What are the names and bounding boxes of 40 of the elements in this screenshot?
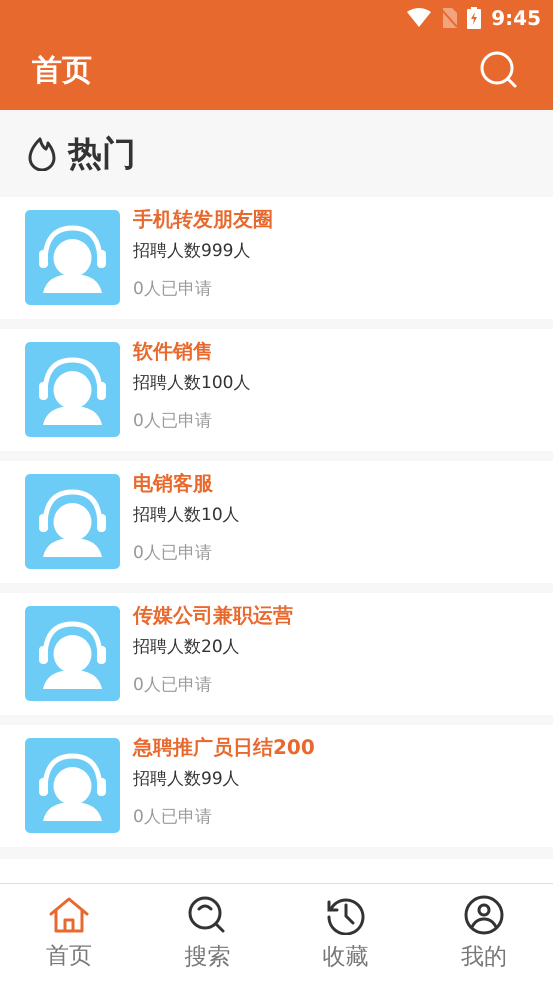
nav-tab[interactable]: 搜索: [138, 884, 276, 983]
home-icon: [49, 896, 90, 934]
status-time: 9:45: [491, 6, 541, 30]
job-quota: 招聘人数999人: [133, 240, 252, 263]
job-title: 手机转发朋友圈: [133, 207, 273, 231]
user-icon: [464, 895, 504, 935]
nav-tab[interactable]: 我的: [414, 884, 553, 983]
battery-icon: [467, 7, 482, 29]
nav-tab[interactable]: 收藏: [276, 884, 415, 983]
job-applicants: 0人已申请: [133, 806, 213, 829]
job-card[interactable]: 电销客服 招聘人数10人 0人已申请: [0, 461, 553, 583]
search-icon[interactable]: [479, 50, 519, 90]
job-applicants: 0人已申请: [133, 278, 213, 301]
job-card[interactable]: 软件销售 招聘人数100人 0人已申请: [0, 329, 553, 451]
avatar-icon: [25, 738, 120, 833]
avatar-icon: [25, 606, 120, 701]
wifi-icon: [407, 8, 432, 28]
job-card[interactable]: 手机转发朋友圈 招聘人数999人 0人已申请: [0, 197, 553, 319]
flame-icon: [28, 136, 56, 170]
job-card[interactable]: 传媒公司兼职运营 招聘人数20人 0人已申请: [0, 593, 553, 715]
job-quota: 招聘人数20人: [133, 636, 241, 659]
job-quota: 招聘人数99人: [133, 768, 241, 791]
nav-tab[interactable]: 首页: [0, 884, 138, 983]
job-card[interactable]: 急聘推广员日结200 招聘人数99人 0人已申请: [0, 725, 553, 847]
avatar-icon: [25, 342, 120, 437]
avatar-icon: [25, 474, 120, 569]
no-sim-icon: [441, 8, 458, 28]
avatar-icon: [25, 210, 120, 305]
page-title: 首页: [32, 52, 92, 90]
job-quota: 招聘人数10人: [133, 504, 240, 527]
job-title: 软件销售: [133, 339, 214, 363]
job-quota: 招聘人数100人: [133, 372, 250, 395]
job-applicants: 0人已申请: [133, 410, 213, 433]
section-title: 热门: [68, 132, 136, 176]
job-title: 急聘推广员日结200: [133, 735, 315, 759]
job-title: 电销客服: [133, 471, 214, 495]
job-title: 传媒公司兼职运营: [133, 603, 293, 627]
search-icon: [187, 895, 228, 935]
job-applicants: 0人已申请: [133, 674, 213, 697]
job-applicants: 0人已申请: [133, 542, 213, 565]
